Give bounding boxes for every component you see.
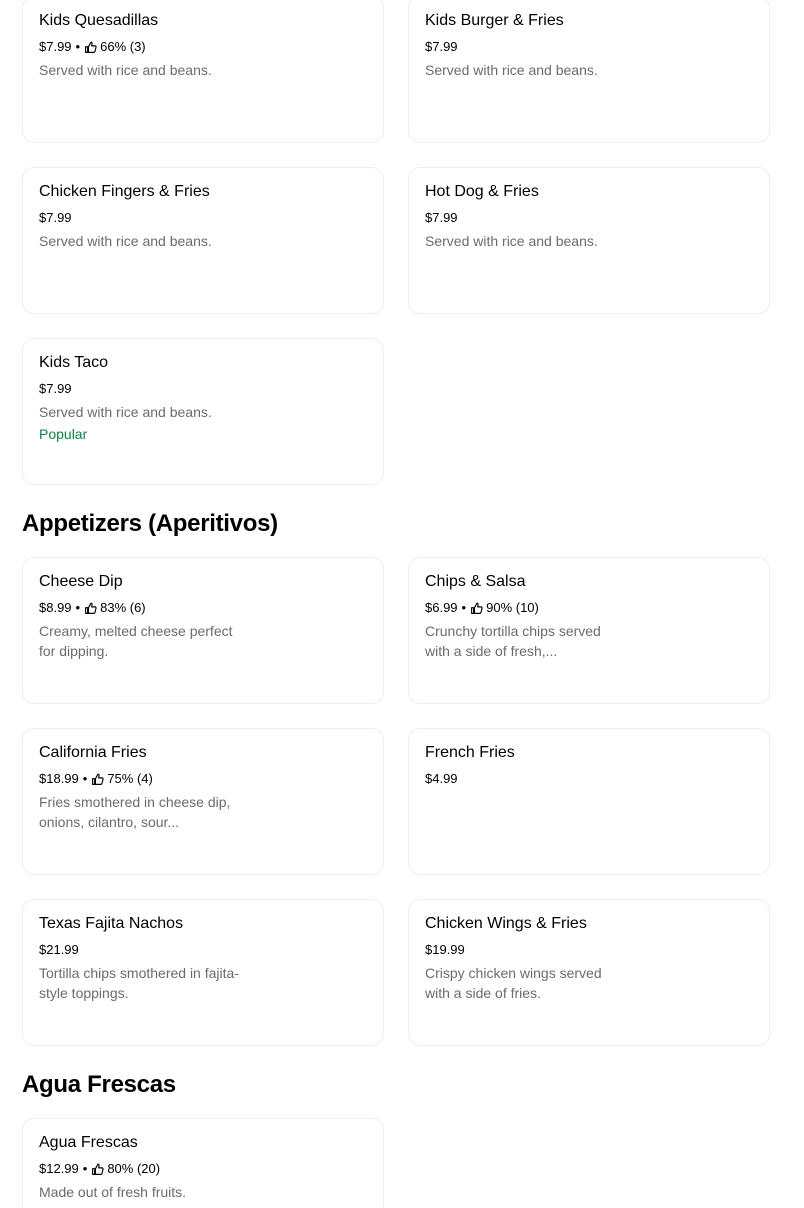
item-rating: 90% (10) [486,600,539,615]
separator-dot: • [75,39,81,54]
menu-item-card[interactable]: Kids Burger & Fries $7.99 Served with ri… [408,0,770,143]
item-name: Chips & Salsa [425,573,526,590]
item-description: Made out of fresh fruits. [39,1184,187,1200]
item-price: $6.99 [425,600,458,615]
item-name: Chicken Fingers & Fries [39,183,210,200]
menu-page: Kids Quesadillas $7.99 • 66% (3) Served … [0,0,804,1208]
item-meta: $7.99 [425,38,753,56]
item-price: $21.99 [39,942,79,957]
item-price: $7.99 [39,39,72,54]
thumbs-up-icon [471,602,483,614]
separator-dot: • [82,1161,88,1176]
item-price: $12.99 [39,1161,79,1176]
item-name: California Fries [39,744,147,761]
section-title: Agua Frescas [22,1071,176,1098]
item-rating: 83% (6) [100,600,146,615]
popular-badge: Popular [39,426,88,442]
item-meta: $18.99 • 75% (4) [39,770,367,788]
thumbs-up-icon [92,1163,104,1175]
menu-item-card[interactable]: Hot Dog & Fries $7.99 Served with rice a… [408,167,770,314]
menu-item-card[interactable]: Kids Taco $7.99 Served with rice and bea… [22,338,384,485]
item-price: $4.99 [425,771,458,786]
thumbs-up-icon [92,773,104,785]
item-description: Fries smothered in cheese dip, onions, c… [39,794,231,830]
separator-dot: • [82,771,88,786]
item-rating: 75% (4) [107,771,153,786]
item-description: Served with rice and beans. [425,62,598,78]
item-name: Hot Dog & Fries [425,183,539,200]
item-meta: $6.99 • 90% (10) [425,599,753,617]
item-price: $18.99 [39,771,79,786]
item-description: Served with rice and beans. [425,233,598,249]
thumbs-up-icon [85,41,97,53]
item-meta: $4.99 [425,770,753,788]
item-name: Texas Fajita Nachos [39,915,184,932]
item-meta: $8.99 • 83% (6) [39,599,367,617]
item-name: Kids Quesadillas [39,12,159,29]
item-meta: $7.99 [39,380,367,398]
menu-item-card[interactable]: Chicken Wings & Fries $19.99 Crispy chic… [408,899,770,1046]
item-price: $7.99 [425,210,458,225]
item-meta: $7.99 [425,209,753,227]
menu-item-card[interactable]: Chicken Fingers & Fries $7.99 Served wit… [22,167,384,314]
menu-item-card[interactable]: French Fries $4.99 [408,728,770,875]
item-rating: 80% (20) [107,1161,161,1176]
separator-dot: • [461,600,467,615]
item-description: Crunchy tortilla chips served with a sid… [425,623,601,659]
menu-item-card[interactable]: Kids Quesadillas $7.99 • 66% (3) Served … [22,0,384,143]
item-price: $7.99 [425,39,458,54]
menu-item-card[interactable]: Chips & Salsa $6.99 • 90% (10) Crunchy t… [408,557,770,704]
item-description: Served with rice and beans. [39,62,212,78]
item-meta: $7.99 • 66% (3) [39,38,367,56]
menu-item-card[interactable]: Cheese Dip $8.99 • 83% (6) Creamy, melte… [22,557,384,704]
item-price: $7.99 [39,210,72,225]
item-description: Tortilla chips smothered in fajita-style… [39,965,239,1001]
menu-item-card[interactable]: Texas Fajita Nachos $21.99 Tortilla chip… [22,899,384,1046]
item-rating: 66% (3) [100,39,146,54]
item-price: $7.99 [39,381,72,396]
item-name: French Fries [425,744,515,761]
item-meta: $21.99 [39,941,367,959]
thumbs-up-icon [85,602,97,614]
item-description: Crispy chicken wings served with a side … [425,965,602,1001]
menu-item-card[interactable]: Agua Frescas $12.99 • 80% (20) Made out … [22,1118,384,1208]
item-description: Creamy, melted cheese perfect for dippin… [39,623,233,659]
item-name: Kids Burger & Fries [425,12,564,29]
section-title: Appetizers (Aperitivos) [22,510,278,537]
item-name: Agua Frescas [39,1134,138,1151]
menu-item-card[interactable]: California Fries $18.99 • 75% (4) Fries … [22,728,384,875]
item-meta: $19.99 [425,941,753,959]
item-meta: $7.99 [39,209,367,227]
separator-dot: • [75,600,81,615]
item-price: $19.99 [425,942,465,957]
item-name: Chicken Wings & Fries [425,915,587,932]
item-description: Served with rice and beans. [39,233,212,249]
item-name: Cheese Dip [39,573,123,590]
item-price: $8.99 [39,600,72,615]
item-description: Served with rice and beans. [39,404,212,420]
item-meta: $12.99 • 80% (20) [39,1160,367,1178]
item-name: Kids Taco [39,354,109,371]
